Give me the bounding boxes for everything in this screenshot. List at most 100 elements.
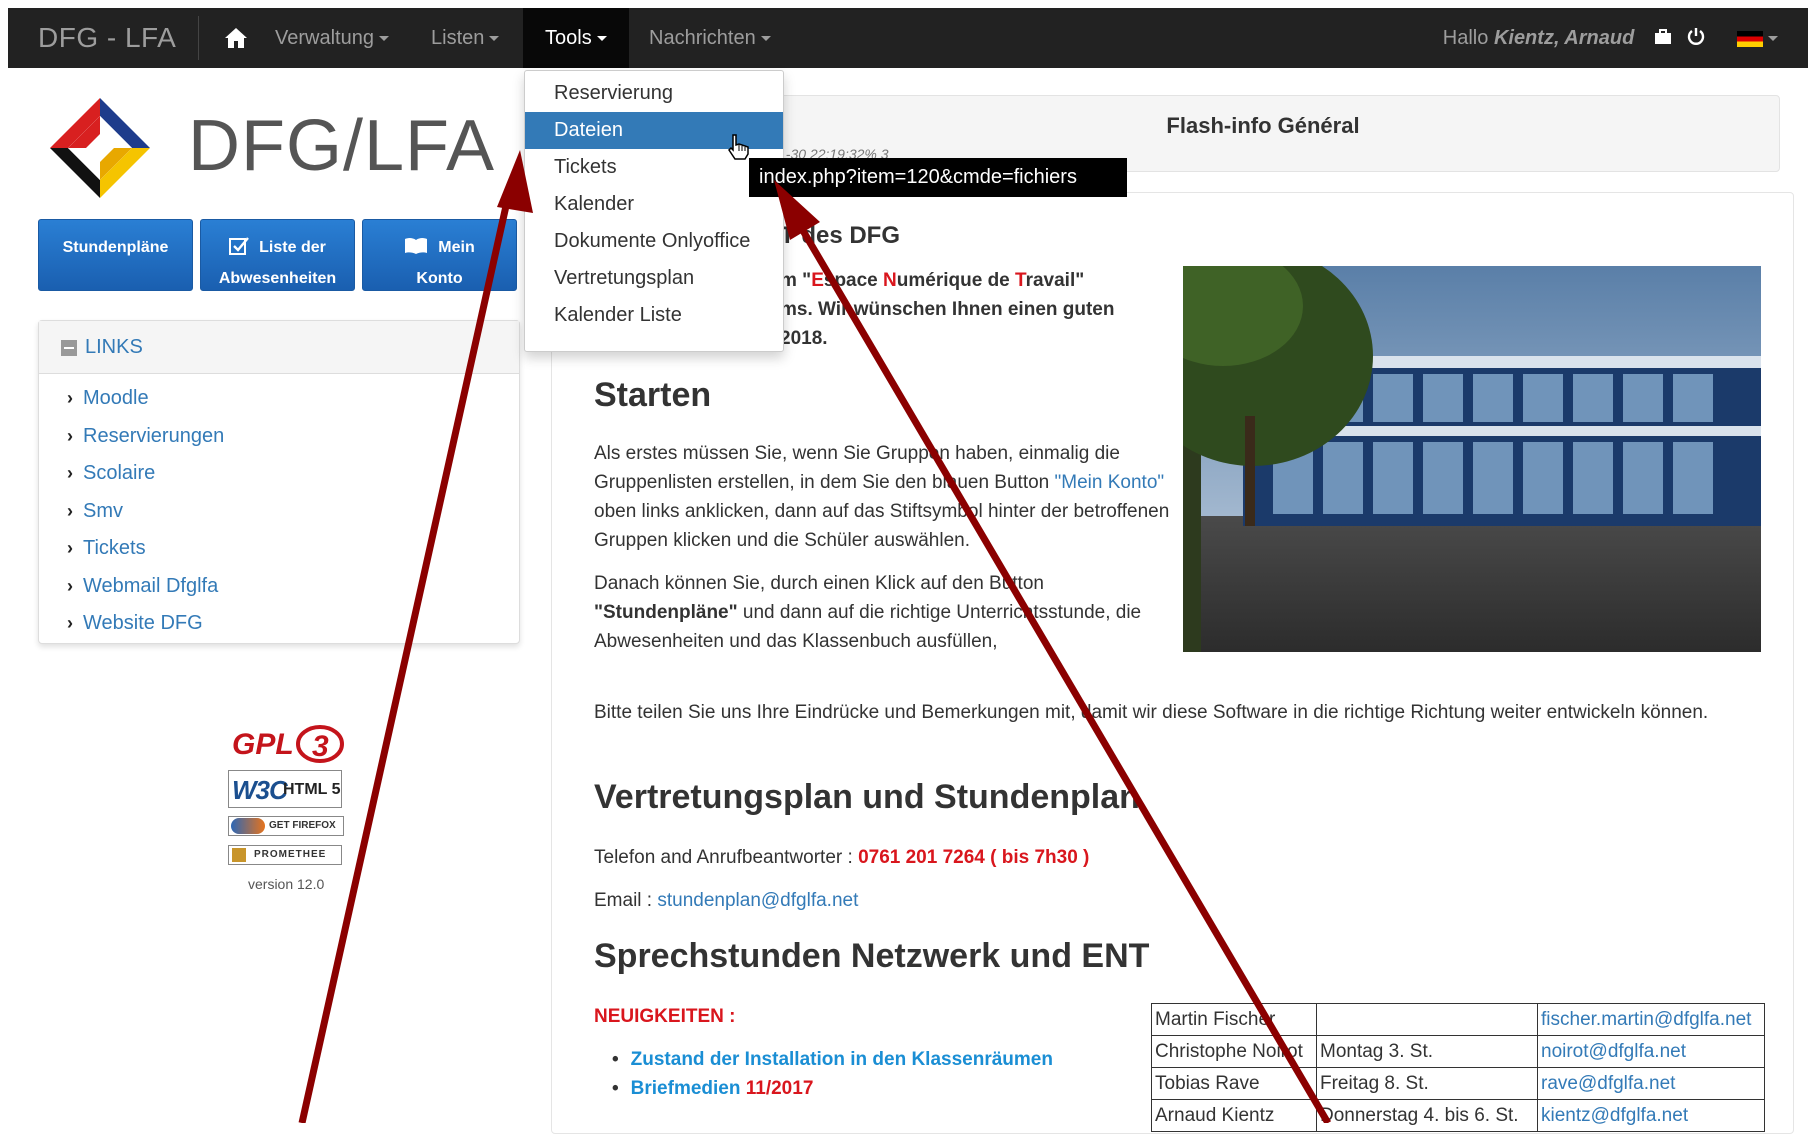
promethee-badge[interactable]: PROMETHEE — [228, 845, 342, 865]
starten-paragraph-2: Danach können Sie, durch einen Klick auf… — [594, 569, 1174, 656]
html5-text: HTML 5 — [283, 781, 341, 798]
email-label: Email : — [594, 890, 658, 911]
news-label: NEUIGKEITEN : — [594, 1006, 736, 1027]
welcome-letter-t: T — [1015, 270, 1026, 291]
link-tickets[interactable]: › Tickets — [67, 530, 519, 568]
welcome-letter-n: N — [883, 270, 897, 291]
link-label: Scolaire — [83, 462, 156, 484]
news-link[interactable]: Briefmedien — [631, 1078, 746, 1099]
news-link[interactable]: Zustand der Installation in den Klassenr… — [631, 1049, 1053, 1070]
cell-name: Christophe Noirot — [1151, 1035, 1317, 1068]
link-website-dfg[interactable]: › Website DFG — [67, 605, 519, 643]
power-icon[interactable] — [1687, 9, 1705, 69]
menu-item-reservierung[interactable]: Reservierung — [525, 75, 783, 112]
tooltip-text: index.php?item=120&cmde=fichiers — [759, 166, 1077, 188]
welcome-fragment: umérique de — [896, 270, 1016, 291]
link-label: Webmail Dfglfa — [83, 574, 219, 597]
table-row: Tobias Rave Freitag 8. St. rave@dfglfa.n… — [1151, 1067, 1765, 1100]
firefox-text: GET FIREFOX — [269, 820, 336, 831]
welcome-fragment: ms. Wir wünschen Ihnen einen guten — [780, 299, 1115, 320]
mein-konto-link[interactable]: "Mein Konto" — [1055, 472, 1165, 493]
table-row: Martin Fischer fischer.martin@dfglfa.net — [1151, 1003, 1765, 1036]
menu-item-kalender-liste[interactable]: Kalender Liste — [525, 297, 783, 334]
menu-item-kalender[interactable]: Kalender — [525, 186, 783, 223]
cell-time — [1316, 1003, 1538, 1036]
user-name[interactable]: Kientz, Arnaud — [1494, 27, 1634, 49]
menu-item-vertretungsplan[interactable]: Vertretungsplan — [525, 260, 783, 297]
home-icon[interactable] — [223, 26, 249, 50]
brand-title[interactable]: DFG - LFA — [38, 8, 176, 68]
chevron-right-icon: › — [67, 613, 73, 633]
links-panel-header[interactable]: LINKS — [39, 321, 519, 374]
starten-paragraph-3: Bitte teilen Sie uns Ihre Eindrücke und … — [594, 702, 1709, 723]
logo-text: DFG/LFA — [188, 106, 496, 186]
gpl-text: GPL — [232, 728, 294, 761]
chevron-right-icon: › — [67, 538, 73, 558]
firefox-badge[interactable]: GET FIREFOX — [228, 816, 344, 836]
chevron-right-icon: › — [67, 388, 73, 408]
cell-email[interactable]: rave@dfglfa.net — [1537, 1067, 1765, 1100]
caret-down-icon — [489, 36, 500, 42]
gpl-badge[interactable]: GPL 3 — [228, 722, 348, 766]
firefox-icon — [231, 818, 265, 834]
link-url-tooltip: index.php?item=120&cmde=fichiers — [749, 158, 1127, 197]
cell-time: Montag 3. St. — [1316, 1035, 1538, 1068]
links-panel: LINKS › Moodle › Reservierungen › Scolaire … — [38, 320, 520, 644]
nav-menu-verwaltung[interactable]: Verwaltung — [275, 8, 389, 68]
school-building-photo — [1183, 266, 1761, 652]
nav-label: Verwaltung — [275, 27, 374, 49]
para-text: oben links anklicken, dann auf das Stift… — [594, 501, 1170, 551]
para-text: Danach können Sie, durch einen Klick auf… — [594, 573, 1044, 594]
sprechstunden-heading: Sprechstunden Netzwerk und ENT — [594, 937, 1150, 975]
news-list: Zustand der Installation in den Klassenr… — [612, 1045, 1053, 1103]
cell-email[interactable]: fischer.martin@dfglfa.net — [1537, 1003, 1765, 1036]
button-label: Liste der — [259, 239, 326, 256]
starten-heading: Starten — [594, 376, 712, 414]
button-label: Abwesenheiten — [218, 270, 337, 287]
link-moodle[interactable]: › Moodle — [67, 380, 519, 418]
collapse-icon[interactable] — [61, 339, 77, 356]
welcome-text: m "Espace Numérique de Travail" ms. Wir … — [780, 266, 1150, 353]
w3c-html5-badge[interactable]: W3C HTML 5 — [228, 770, 342, 808]
phone-label: Telefon and Anrufbeantworter : — [594, 847, 859, 868]
german-flag-icon[interactable] — [1737, 30, 1763, 47]
gpl-version: 3 — [312, 730, 329, 763]
welcome-letter-e: E — [811, 270, 824, 291]
promethee-icon — [232, 848, 246, 862]
nav-label: Listen — [431, 27, 485, 49]
navbar-divider — [198, 16, 199, 60]
nav-menu-nachrichten[interactable]: Nachrichten — [649, 8, 771, 68]
news-item[interactable]: Briefmedien 11/2017 — [612, 1074, 1053, 1103]
chevron-right-icon: › — [67, 425, 73, 446]
news-item[interactable]: Zustand der Installation in den Klassenr… — [612, 1045, 1053, 1074]
welcome-fragment: ravail" — [1025, 270, 1085, 291]
cell-name: Martin Fischer — [1151, 1003, 1317, 1036]
link-webmail[interactable]: › Webmail Dfglfa — [67, 568, 519, 606]
cell-name: Arnaud Kientz — [1151, 1099, 1317, 1132]
caret-down-icon — [378, 36, 389, 42]
top-navbar: DFG - LFA Verwaltung Listen Tools Nachri… — [8, 8, 1808, 68]
abwesenheiten-button[interactable]: Liste der Abwesenheiten — [200, 219, 355, 291]
menu-item-dokumente-onlyoffice[interactable]: Dokumente Onlyoffice — [525, 223, 783, 260]
news-date: 11/2017 — [745, 1078, 814, 1099]
mein-konto-button[interactable]: Mein Konto — [362, 219, 517, 291]
cell-email[interactable]: kientz@dfglfa.net — [1537, 1099, 1765, 1132]
caret-down-icon[interactable] — [1768, 36, 1778, 42]
cell-time: Donnerstag 4. bis 6. St. — [1316, 1099, 1538, 1132]
cell-email[interactable]: noirot@dfglfa.net — [1537, 1035, 1765, 1068]
link-smv[interactable]: › Smv — [67, 493, 519, 531]
stundenplaene-button[interactable]: Stundenpläne — [38, 219, 193, 291]
link-reservierungen[interactable]: › Reservierungen — [67, 418, 519, 456]
tools-dropdown-menu: Reservierung Dateien Tickets Kalender Do… — [524, 70, 784, 352]
promethee-text: PROMETHEE — [254, 849, 327, 860]
briefcase-icon[interactable] — [1654, 9, 1672, 69]
nav-menu-listen[interactable]: Listen — [431, 8, 500, 68]
sprechstunden-table: Martin Fischer fischer.martin@dfglfa.net… — [1151, 1003, 1765, 1132]
nav-menu-tools[interactable]: Tools — [523, 8, 629, 68]
para-bold: "Stundenpläne" — [594, 602, 738, 623]
hand-pointer-cursor-icon — [727, 134, 749, 165]
table-row: Christophe Noirot Montag 3. St. noirot@d… — [1151, 1035, 1765, 1068]
link-scolaire[interactable]: › Scolaire — [67, 455, 519, 493]
stundenplan-email-link[interactable]: stundenplan@dfglfa.net — [657, 890, 858, 911]
link-label: Smv — [83, 499, 123, 522]
